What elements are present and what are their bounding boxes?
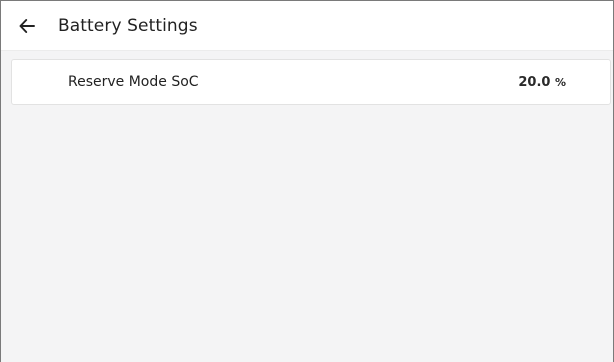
back-button[interactable]: [19, 13, 45, 39]
settings-list: Reserve Mode SoC 20.0 %: [1, 51, 613, 105]
setting-value: 20.0 %: [518, 75, 566, 90]
app-window: Battery Settings Reserve Mode SoC 20.0 %: [0, 0, 614, 362]
setting-value-number: 20.0: [518, 74, 551, 90]
top-bar: Battery Settings: [1, 1, 613, 51]
setting-value-unit: %: [554, 75, 566, 89]
page-title: Battery Settings: [58, 15, 198, 36]
arrow-left-icon: [19, 18, 35, 33]
setting-row-reserve-mode-soc[interactable]: Reserve Mode SoC 20.0 %: [11, 59, 611, 105]
setting-label: Reserve Mode SoC: [68, 74, 199, 90]
